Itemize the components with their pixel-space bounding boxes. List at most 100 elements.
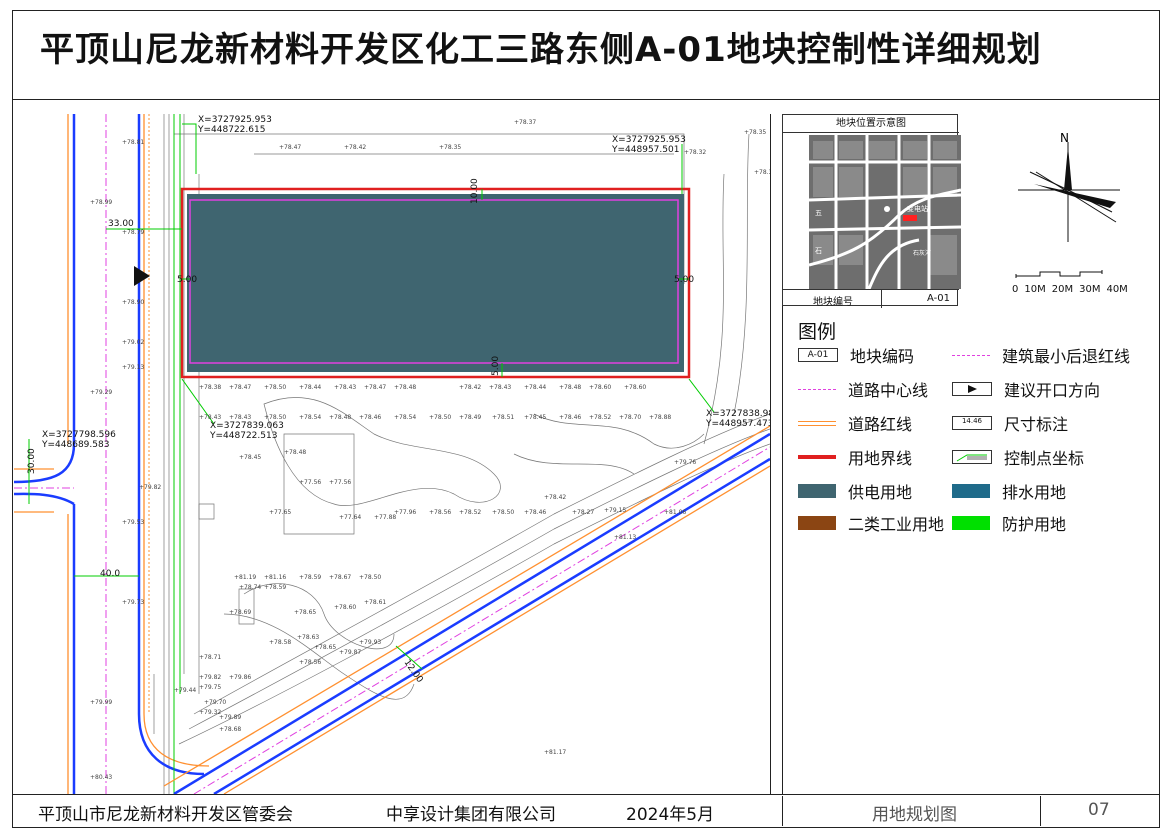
footer-org: 平顶山市尼龙新材料开发区管委会 xyxy=(38,805,293,825)
parcel-label: 地块编号 xyxy=(813,297,853,308)
elevation-label: +78.71 xyxy=(199,654,221,661)
dim-right: 5.00 xyxy=(674,275,694,285)
elevation-label: +78.43 xyxy=(489,384,511,391)
location-map-footer: 地块编号 A-01 xyxy=(783,289,959,308)
elevation-label: +78.65 xyxy=(314,644,336,651)
elevation-label: +78.46 xyxy=(524,509,546,516)
elevation-label: +78.44 xyxy=(299,384,321,391)
elevation-label: +78.43 xyxy=(229,414,251,421)
elevation-label: +78.37 xyxy=(514,119,536,126)
legend-road-redline: 道路红线 xyxy=(798,412,912,434)
power-supply-land[interactable] xyxy=(187,194,684,372)
elevation-label: +78.54 xyxy=(299,414,321,421)
elevation-label: +81.13 xyxy=(614,534,636,541)
legend-protection-land: 防护用地 xyxy=(952,512,1066,534)
elevation-label: +78.42 xyxy=(544,494,566,501)
elevation-label: +78.50 xyxy=(264,384,286,391)
elevation-label: +81.17 xyxy=(544,749,566,756)
elevation-label: +78.50 xyxy=(429,414,451,421)
footer-divider-1 xyxy=(782,796,783,826)
coord-2-y: Y=448957.501 xyxy=(611,145,679,155)
sheet-number: 07 xyxy=(1088,800,1110,820)
elevation-label: +78.50 xyxy=(264,414,286,421)
diagonal-road xyxy=(163,425,770,794)
elevation-label: +78.32 xyxy=(684,149,706,156)
planning-map[interactable]: 10.00 5.00 5.00 5.00 33.00 30.00 40.0 12… xyxy=(14,114,771,794)
legend-industrial-land: 二类工业用地 xyxy=(798,512,944,534)
elevation-label: +79.53 xyxy=(122,519,144,526)
elevation-label: +81.16 xyxy=(264,574,286,581)
elevation-label: +79.76 xyxy=(674,459,696,466)
location-map-image: 变电站 石灰河 五 石 xyxy=(809,135,961,289)
footer-divider-2 xyxy=(1040,796,1041,826)
elevation-label: +78.42 xyxy=(459,384,481,391)
coord-3-y: Y=448722.513 xyxy=(209,431,277,441)
elevation-label: +78.60 xyxy=(589,384,611,391)
elevation-label: +78.44 xyxy=(524,384,546,391)
elevation-label: +79.89 xyxy=(219,714,241,721)
elevation-label: +78.27 xyxy=(572,509,594,516)
elevation-label: +78.51 xyxy=(492,414,514,421)
elevation-label: +78.35 xyxy=(754,169,770,176)
elevation-label: +78.43 xyxy=(334,384,356,391)
elevation-label: +78.35 xyxy=(744,129,766,136)
elevation-label: +78.48 xyxy=(284,449,306,456)
elevation-label: +78.50 xyxy=(492,509,514,516)
elevation-label: +78.43 xyxy=(199,414,221,421)
elevation-label: +78.35 xyxy=(439,144,461,151)
elevation-label: +77.56 xyxy=(329,479,351,486)
elevation-label: +77.56 xyxy=(299,479,321,486)
elevation-label: +79.73 xyxy=(122,599,144,606)
drawing-name: 用地规划图 xyxy=(872,805,957,825)
elevation-label: +78.65 xyxy=(294,609,316,616)
elevation-label: +78.63 xyxy=(297,634,319,641)
coord-5-y: Y=448689.583 xyxy=(41,440,109,450)
title-separator xyxy=(12,99,1160,100)
svg-text:N: N xyxy=(1060,132,1069,145)
elevation-label: +78.45 xyxy=(239,454,261,461)
elevation-label: +79.87 xyxy=(339,649,361,656)
planning-map-svg: 10.00 5.00 5.00 5.00 33.00 30.00 40.0 12… xyxy=(14,114,770,794)
footer-separator xyxy=(12,794,1160,795)
elevation-label: +78.54 xyxy=(394,414,416,421)
legend-control-point: 控制点坐标 xyxy=(952,446,1084,468)
elevation-label: +77.65 xyxy=(269,509,291,516)
elevation-label: +78.67 xyxy=(329,574,351,581)
elevation-label: +79.13 xyxy=(122,364,144,371)
location-map-svg: 变电站 石灰河 五 石 xyxy=(809,135,961,289)
coord-1-x: X=3727925.953 xyxy=(198,115,272,125)
legend-land-boundary: 用地界线 xyxy=(798,446,912,468)
legend-dimension: 14.46 尺寸标注 xyxy=(952,412,1068,434)
coord-2-x: X=3727925.953 xyxy=(612,135,686,145)
elevation-label: +78.48 xyxy=(559,384,581,391)
legend-title: 图例 xyxy=(798,321,837,343)
coord-1-y: Y=448722.615 xyxy=(197,125,265,135)
elevation-label: +78.59 xyxy=(299,574,321,581)
dim-road-40: 40.0 xyxy=(100,569,120,579)
elevation-label: +79.44 xyxy=(174,687,196,694)
elevation-label: +77.96 xyxy=(394,509,416,516)
elevation-label: +78.81 xyxy=(122,139,144,146)
north-arrow-icon: N xyxy=(1018,132,1120,242)
elevation-label: +79.93 xyxy=(359,639,381,646)
elevation-label: +79.70 xyxy=(204,699,226,706)
elevation-label: +78.46 xyxy=(559,414,581,421)
dim-bottom: 5.00 xyxy=(491,356,501,376)
elevation-label: +78.60 xyxy=(624,384,646,391)
coord-3-x: X=3727839.063 xyxy=(210,421,284,431)
elevation-label: +78.56 xyxy=(429,509,451,516)
dim-road-30: 30.00 xyxy=(27,448,37,474)
footer-company: 中享设计集团有限公司 xyxy=(386,805,556,825)
elevation-label: +78.58 xyxy=(269,639,291,646)
elevation-label: +78.90 xyxy=(122,299,144,306)
parcel-value: A-01 xyxy=(927,293,950,304)
elevation-label: +78.70 xyxy=(619,414,641,421)
elevation-label: +79.82 xyxy=(199,674,221,681)
drawing-title: 平顶山尼龙新材料开发区化工三路东侧A-01地块控制性详细规划 xyxy=(40,30,1042,70)
elevation-label: +78.52 xyxy=(589,414,611,421)
legend-access-direction: 建议开口方向 xyxy=(952,378,1100,400)
elevation-label: +78.50 xyxy=(359,574,381,581)
elevation-label: +78.47 xyxy=(364,384,386,391)
legend-power-land: 供电用地 xyxy=(798,480,912,502)
coord-4-x: X=3727838.986 xyxy=(706,409,770,419)
